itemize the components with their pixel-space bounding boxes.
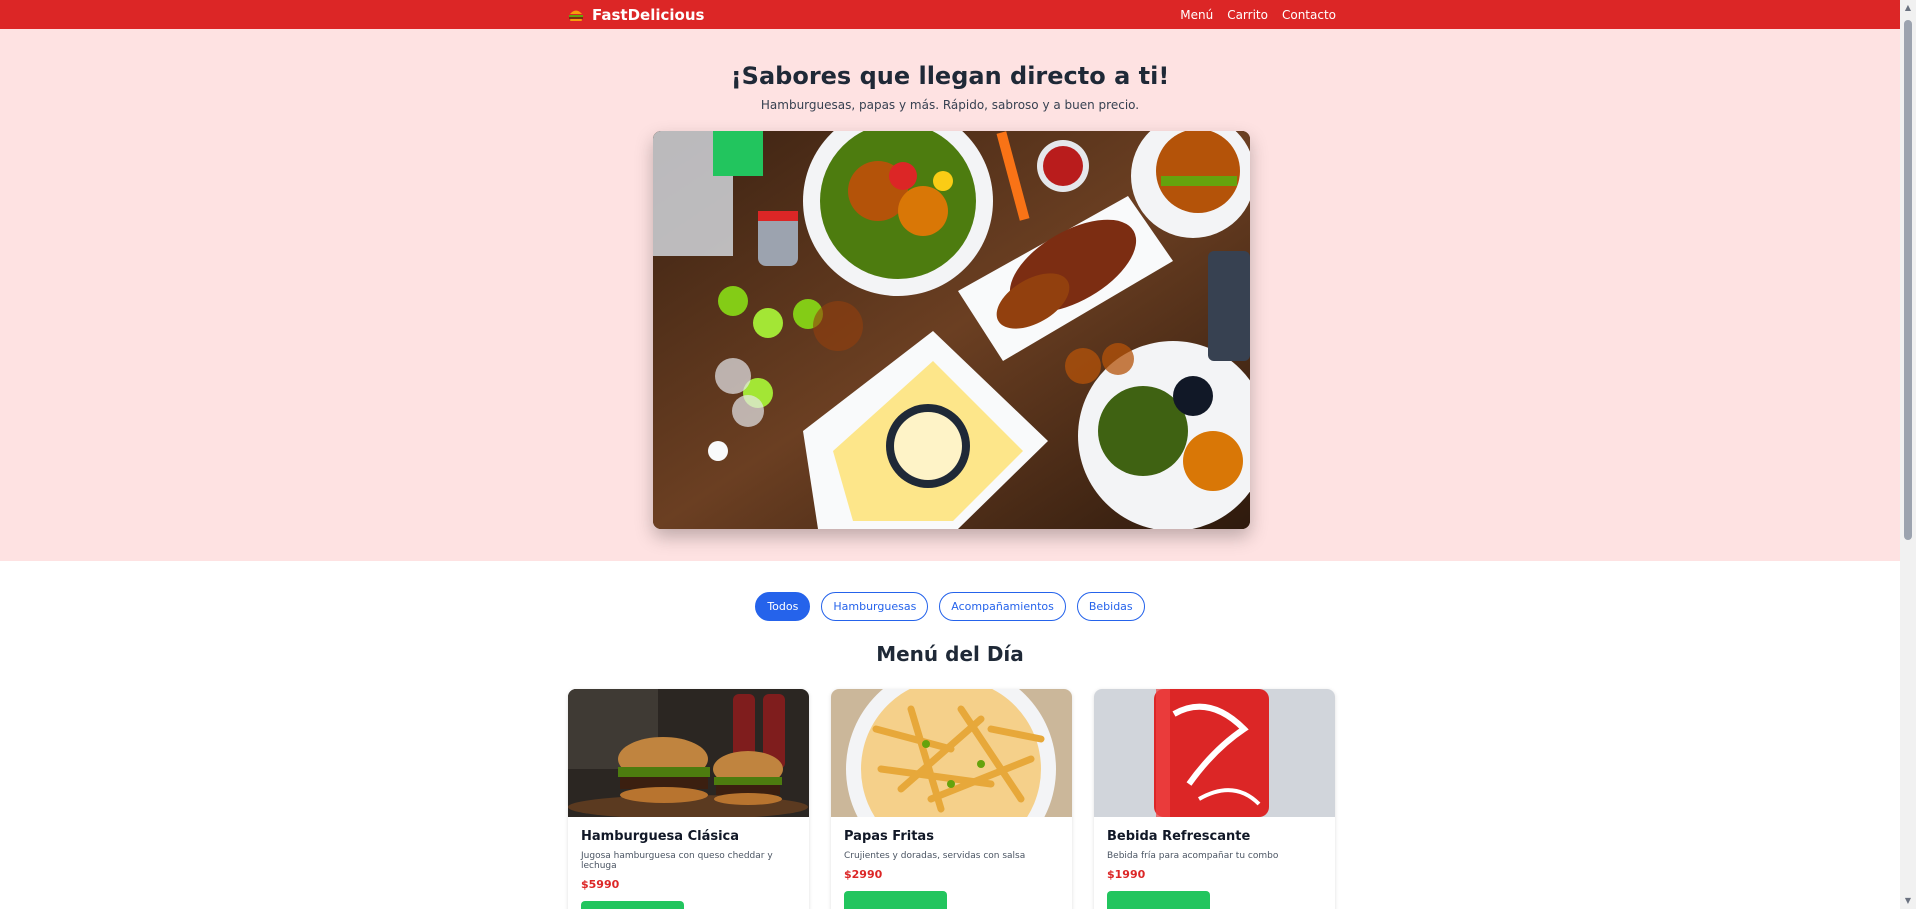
nav-link-cart[interactable]: Carrito xyxy=(1227,8,1268,22)
add-to-cart-button[interactable] xyxy=(581,901,684,909)
fries-photo xyxy=(831,689,1072,817)
nav-links: Menú Carrito Contacto xyxy=(1180,8,1336,22)
menu-card-fries: Papas Fritas Crujientes y doradas, servi… xyxy=(831,689,1072,909)
card-title: Hamburguesa Clásica xyxy=(581,829,740,844)
filter-chip-drinks[interactable]: Bebidas xyxy=(1076,592,1145,621)
burger-photo xyxy=(568,689,809,817)
card-title: Bebida Refrescante xyxy=(1107,829,1251,844)
navbar-inner: FastDelicious Menú Carrito Contacto xyxy=(568,0,1336,29)
card-price: $2990 xyxy=(844,868,883,881)
fries-illustration xyxy=(831,689,1072,817)
nav-link-menu[interactable]: Menú xyxy=(1180,8,1213,22)
page-scrollbar[interactable]: ▲ ▼ xyxy=(1900,0,1916,909)
drink-photo xyxy=(1094,689,1335,817)
filter-chip-burgers[interactable]: Hamburguesas xyxy=(821,592,929,621)
brand-logo[interactable]: FastDelicious xyxy=(568,6,704,24)
card-title: Papas Fritas xyxy=(844,829,934,844)
category-filters: Todos Hamburguesas Acompañamientos Bebid… xyxy=(0,592,1900,621)
scroll-up-icon[interactable]: ▲ xyxy=(1904,4,1912,12)
scroll-down-icon[interactable]: ▼ xyxy=(1904,897,1912,905)
menu-cards: Hamburguesa Clásica Jugosa hamburguesa c… xyxy=(568,689,1335,909)
hero-section: ¡Sabores que llegan directo a ti! Hambur… xyxy=(0,29,1900,561)
burger-icon xyxy=(569,10,583,21)
card-body: Bebida Refrescante Bebida fría para acom… xyxy=(1094,817,1335,909)
hero-subtitle: Hamburguesas, papas y más. Rápido, sabro… xyxy=(760,98,1140,112)
filter-chip-all[interactable]: Todos xyxy=(755,592,811,621)
scroll-thumb[interactable] xyxy=(1904,20,1912,540)
hero-food-illustration xyxy=(653,131,1250,529)
brand-name: FastDelicious xyxy=(592,5,705,24)
menu-card-drink: Bebida Refrescante Bebida fría para acom… xyxy=(1094,689,1335,909)
hero-title: ¡Sabores que llegan directo a ti! xyxy=(730,62,1170,90)
add-to-cart-button[interactable] xyxy=(1107,891,1210,909)
top-navbar: FastDelicious Menú Carrito Contacto xyxy=(0,0,1900,29)
menu-section-title: Menú del Día xyxy=(876,642,1024,666)
card-description: Jugosa hamburguesa con queso cheddar y l… xyxy=(581,851,773,871)
burger-illustration xyxy=(568,689,809,817)
add-to-cart-button[interactable] xyxy=(844,891,947,909)
card-price: $5990 xyxy=(581,878,620,891)
card-body: Papas Fritas Crujientes y doradas, servi… xyxy=(831,817,1072,909)
card-body: Hamburguesa Clásica Jugosa hamburguesa c… xyxy=(568,817,809,909)
soda-can-illustration xyxy=(1094,689,1335,817)
card-description: Crujientes y doradas, servidas con salsa xyxy=(844,851,1026,861)
nav-link-contact[interactable]: Contacto xyxy=(1282,8,1336,22)
card-description: Bebida fría para acompañar tu combo xyxy=(1107,851,1279,861)
hero-food-image xyxy=(653,131,1250,529)
card-price: $1990 xyxy=(1107,868,1146,881)
menu-card-burger: Hamburguesa Clásica Jugosa hamburguesa c… xyxy=(568,689,809,909)
filter-chip-sides[interactable]: Acompañamientos xyxy=(939,592,1066,621)
